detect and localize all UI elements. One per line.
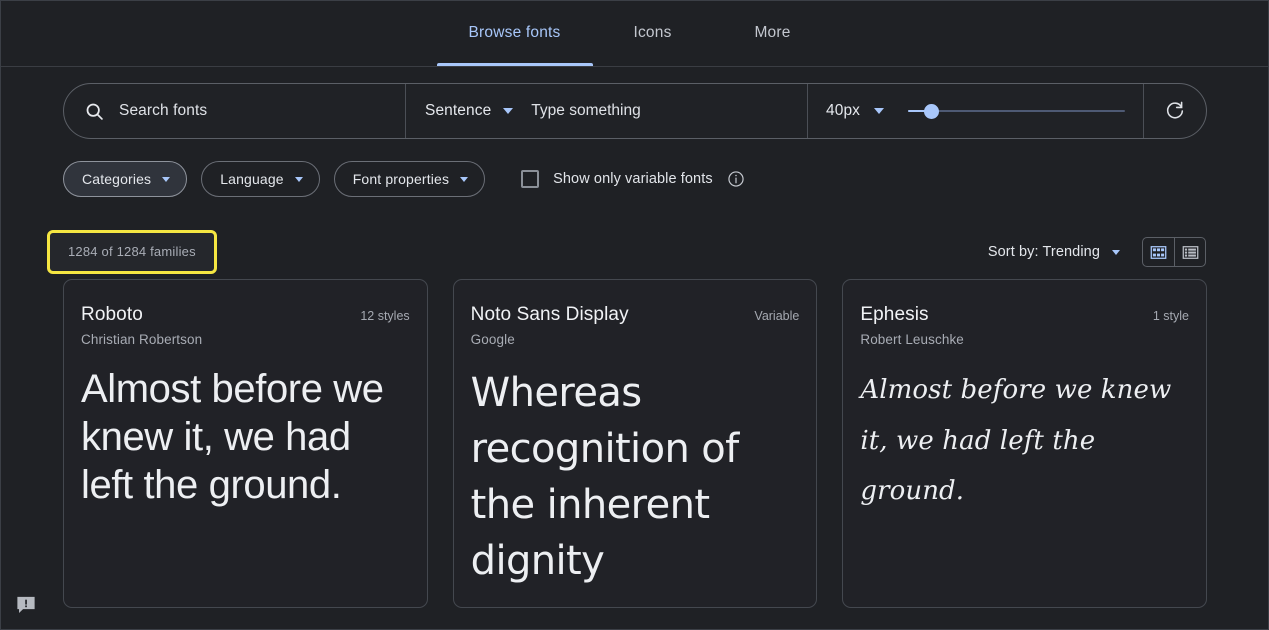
font-size-slider[interactable] bbox=[908, 101, 1125, 121]
sort-by-select[interactable]: Sort by: Trending bbox=[988, 244, 1120, 260]
sort-and-view-row: Sort by: Trending bbox=[988, 237, 1206, 267]
search-icon bbox=[84, 101, 105, 122]
card-header: Ephesis 1 style bbox=[860, 304, 1189, 326]
reset-button[interactable] bbox=[1144, 84, 1206, 138]
tab-more-label: More bbox=[754, 24, 790, 42]
chevron-down-icon-sort bbox=[1112, 250, 1120, 255]
font-card-ephesis[interactable]: Ephesis 1 style Robert Leuschke Almost b… bbox=[842, 279, 1207, 608]
font-size-select[interactable]: 40px bbox=[826, 102, 860, 120]
family-count-highlight: 1284 of 1284 families bbox=[47, 230, 217, 274]
font-style-count: Variable bbox=[754, 309, 799, 323]
font-card-roboto[interactable]: Roboto 12 styles Christian Robertson Alm… bbox=[63, 279, 428, 608]
search-segment[interactable]: Search fonts bbox=[64, 84, 405, 138]
tab-browse-fonts[interactable]: Browse fonts bbox=[437, 0, 593, 66]
sort-by-label: Sort by: Trending bbox=[988, 244, 1100, 260]
slider-track bbox=[908, 110, 1125, 112]
filter-chip-language-label: Language bbox=[220, 171, 284, 187]
chevron-down-icon-language bbox=[295, 177, 303, 182]
font-designer: Christian Robertson bbox=[81, 332, 410, 347]
search-bar: Search fonts Sentence Type something 40p… bbox=[63, 83, 1207, 139]
font-sample-text: Almost before we knew it, we had left th… bbox=[81, 365, 410, 509]
feedback-icon bbox=[15, 594, 37, 616]
refresh-icon bbox=[1164, 100, 1186, 122]
font-designer: Robert Leuschke bbox=[860, 332, 1189, 347]
tab-browse-fonts-label: Browse fonts bbox=[469, 24, 561, 42]
filter-row: Categories Language Font properties Show… bbox=[63, 161, 745, 197]
font-size-segment: 40px bbox=[808, 84, 1143, 138]
chevron-down-icon[interactable] bbox=[503, 108, 513, 114]
preview-segment: Sentence Type something bbox=[406, 84, 807, 138]
family-count-text: 1284 of 1284 families bbox=[68, 244, 196, 259]
variable-fonts-filter: Show only variable fonts bbox=[521, 170, 745, 188]
chevron-down-icon-size[interactable] bbox=[874, 108, 884, 114]
font-sample-text: Almost before we knew it, we had left th… bbox=[860, 365, 1189, 517]
filter-chip-language[interactable]: Language bbox=[201, 161, 320, 197]
search-input[interactable]: Search fonts bbox=[119, 102, 207, 120]
view-toggle bbox=[1142, 237, 1206, 267]
preview-text-input[interactable]: Type something bbox=[531, 102, 640, 120]
filter-chip-categories-label: Categories bbox=[82, 171, 151, 187]
font-card-noto-sans-display[interactable]: Noto Sans Display Variable Google Wherea… bbox=[453, 279, 818, 608]
filter-chip-font-properties-label: Font properties bbox=[353, 171, 449, 187]
font-name: Noto Sans Display bbox=[471, 304, 629, 326]
feedback-button[interactable] bbox=[15, 594, 37, 616]
list-view-button[interactable] bbox=[1174, 238, 1205, 266]
google-fonts-page: Browse fonts Icons More Search fonts Sen… bbox=[0, 0, 1269, 630]
filter-chip-font-properties[interactable]: Font properties bbox=[334, 161, 485, 197]
variable-fonts-checkbox[interactable] bbox=[521, 170, 539, 188]
card-header: Noto Sans Display Variable bbox=[471, 304, 800, 326]
card-header: Roboto 12 styles bbox=[81, 304, 410, 326]
font-name: Roboto bbox=[81, 304, 143, 326]
variable-fonts-label: Show only variable fonts bbox=[553, 171, 713, 187]
grid-view-icon bbox=[1150, 244, 1167, 261]
nav-tabs: Browse fonts Icons More bbox=[437, 0, 833, 66]
font-card-grid: Roboto 12 styles Christian Robertson Alm… bbox=[63, 279, 1207, 608]
chevron-down-icon-font-properties bbox=[460, 177, 468, 182]
slider-thumb[interactable] bbox=[924, 104, 939, 119]
font-name: Ephesis bbox=[860, 304, 928, 326]
top-navigation: Browse fonts Icons More bbox=[1, 1, 1268, 67]
tab-icons[interactable]: Icons bbox=[593, 0, 713, 66]
font-style-count: 12 styles bbox=[360, 309, 409, 323]
font-designer: Google bbox=[471, 332, 800, 347]
font-sample-text: Whereas recognition of the inherent dign… bbox=[471, 365, 800, 589]
chevron-down-icon-categories bbox=[162, 177, 170, 182]
tab-more[interactable]: More bbox=[713, 0, 833, 66]
tab-icons-label: Icons bbox=[633, 24, 671, 42]
grid-view-button[interactable] bbox=[1143, 238, 1174, 266]
preview-type-select[interactable]: Sentence bbox=[425, 102, 491, 120]
info-icon[interactable] bbox=[727, 170, 745, 188]
list-view-icon bbox=[1182, 244, 1199, 261]
font-style-count: 1 style bbox=[1153, 309, 1189, 323]
filter-chip-categories[interactable]: Categories bbox=[63, 161, 187, 197]
